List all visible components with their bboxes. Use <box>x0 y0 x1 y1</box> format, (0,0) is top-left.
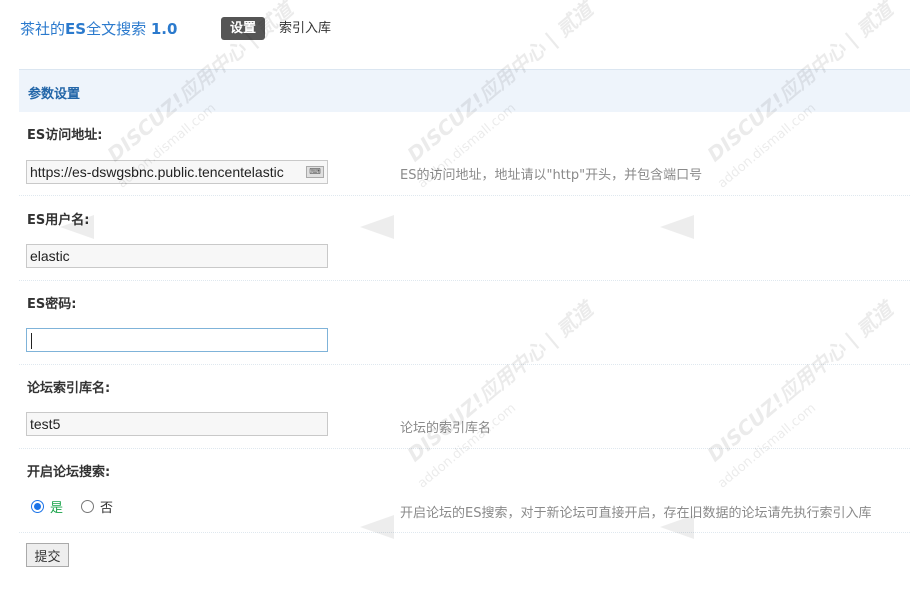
tab-index-import[interactable]: 索引入库 <box>279 17 331 40</box>
es-url-label: ES访问地址: <box>27 128 103 143</box>
row-divider <box>19 280 910 281</box>
row-divider <box>19 532 910 533</box>
es-user-label: ES用户名: <box>27 213 90 228</box>
section-title: 参数设置 <box>28 87 81 102</box>
watermark-arrow-icon <box>660 215 694 239</box>
row-divider <box>19 448 910 449</box>
es-url-input[interactable]: https://es-dswgsbnc.public.tencentelasti… <box>26 160 328 184</box>
app-title-prefix: 茶社的 <box>20 20 66 38</box>
keyboard-icon[interactable]: ⌨ <box>306 166 324 178</box>
app-title-mid: 全文搜索 <box>86 20 151 38</box>
es-url-hint: ES的访问地址，地址请以"http"开头，并包含端口号 <box>400 168 703 183</box>
es-password-input[interactable] <box>26 328 328 352</box>
enable-search-radio-group: 是否 <box>31 497 131 516</box>
watermark-arrow-icon <box>360 215 394 239</box>
section-header: 参数设置 <box>19 69 910 112</box>
text-caret <box>31 333 32 350</box>
es-url-value: https://es-dswgsbnc.public.tencentelasti… <box>30 164 284 180</box>
watermark-arrow-icon <box>360 515 394 539</box>
row-divider <box>19 195 910 196</box>
app-title: 茶社的ES全文搜索 1.0 <box>20 18 177 39</box>
submit-button[interactable]: 提交 <box>26 543 69 567</box>
forum-index-hint: 论坛的索引库名 <box>400 421 492 436</box>
radio-yes-label[interactable]: 是 <box>50 497 63 516</box>
row-divider <box>19 364 910 365</box>
radio-no-label[interactable]: 否 <box>100 497 113 516</box>
tab-settings[interactable]: 设置 <box>221 17 265 40</box>
enable-search-hint: 开启论坛的ES搜索，对于新论坛可直接开启，存在旧数据的论坛请先执行索引入库 <box>400 506 872 521</box>
app-version: 1.0 <box>150 20 178 38</box>
watermark-url: addon.dismall.com <box>415 400 520 492</box>
enable-search-label: 开启论坛搜索: <box>27 465 111 480</box>
radio-yes[interactable] <box>31 500 44 513</box>
forum-index-label: 论坛索引库名: <box>27 381 111 396</box>
app-title-es: ES <box>65 20 87 38</box>
es-user-input[interactable]: elastic <box>26 244 328 268</box>
es-user-value: elastic <box>30 248 70 264</box>
header: 茶社的ES全文搜索 1.0 设置 索引入库 <box>0 0 910 58</box>
watermark-url: addon.dismall.com <box>715 400 820 492</box>
watermark-text: DISCUZ!应用中心 | 贰道 <box>402 297 598 467</box>
forum-index-input[interactable]: test5 <box>26 412 328 436</box>
es-password-label: ES密码: <box>27 297 77 312</box>
watermark: DISCUZ!应用中心 | 贰道 addon.dismall.com <box>660 298 897 550</box>
watermark-text: DISCUZ!应用中心 | 贰道 <box>702 297 898 467</box>
watermark-url: addon.dismall.com <box>715 100 820 192</box>
radio-no[interactable] <box>81 500 95 513</box>
watermark: DISCUZ!应用中心 | 贰道 addon.dismall.com <box>360 298 597 550</box>
forum-index-value: test5 <box>30 416 61 432</box>
